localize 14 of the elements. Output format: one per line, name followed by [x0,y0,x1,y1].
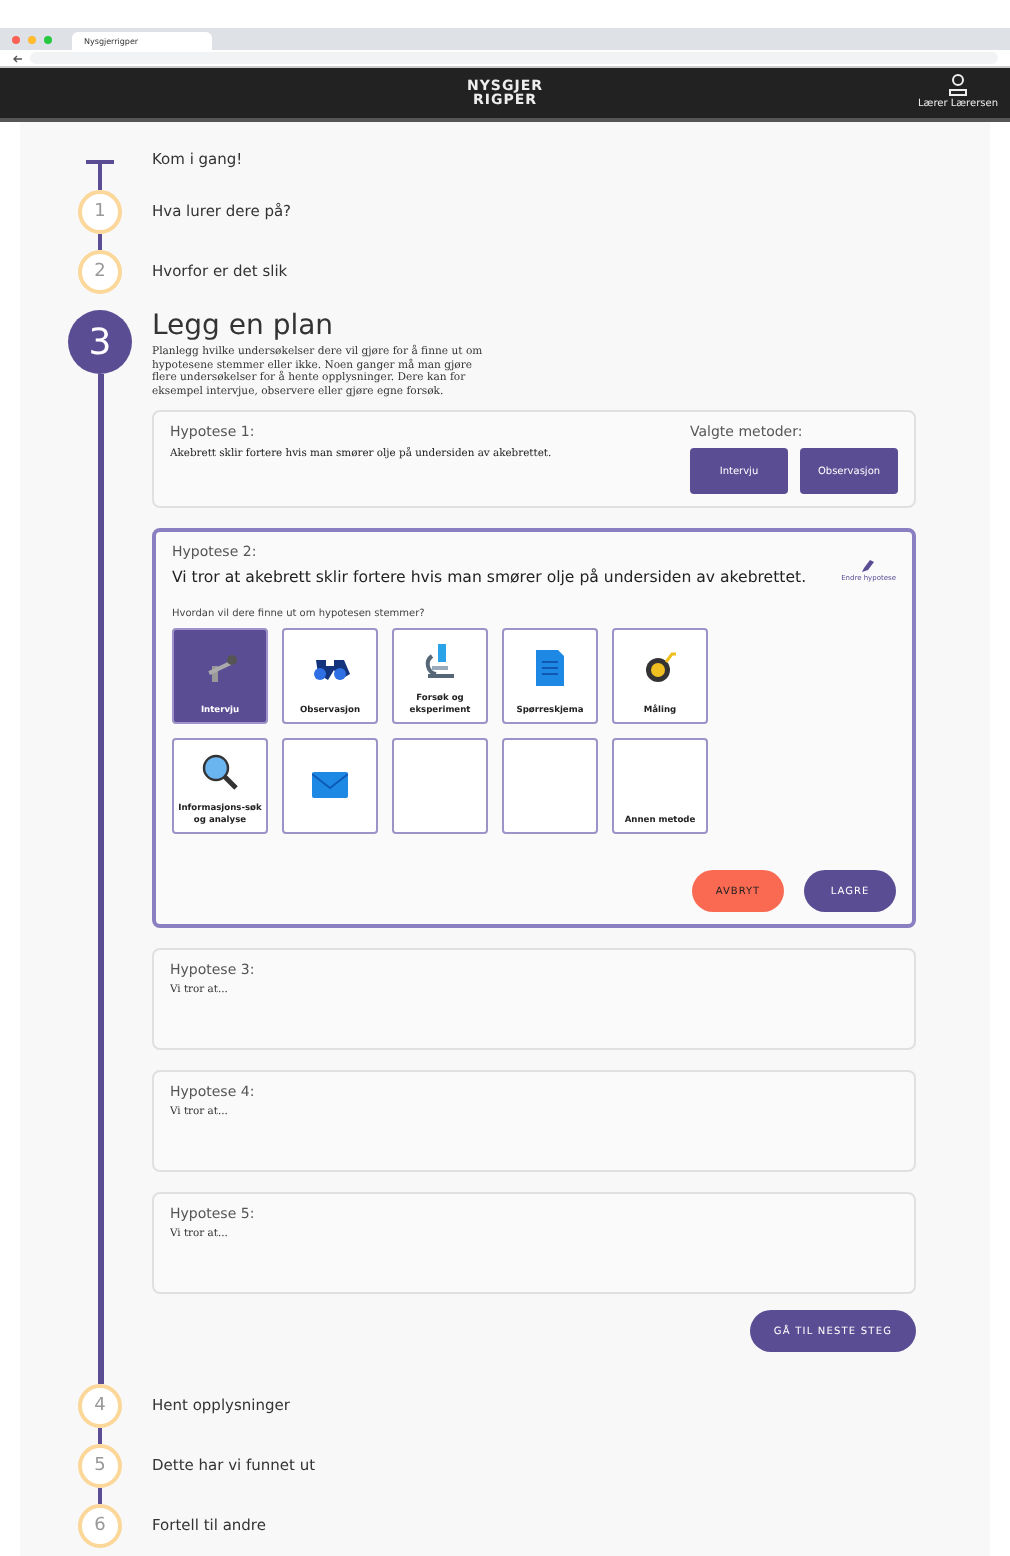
method-tile[interactable] [392,738,488,834]
back-icon[interactable] [12,53,22,63]
method-tile[interactable] [282,738,378,834]
step-title[interactable]: Legg en plan [152,310,916,342]
method-tile[interactable] [502,738,598,834]
envelope-icon [312,772,348,798]
microphone-icon [202,649,238,686]
user-icon[interactable] [948,74,968,96]
document-icon [536,649,564,686]
step-number[interactable]: 3 [68,310,132,374]
tape-measure-icon [644,651,676,684]
microscope-icon [424,644,456,680]
pencil-icon [862,560,875,572]
magnifier-icon [202,754,238,790]
